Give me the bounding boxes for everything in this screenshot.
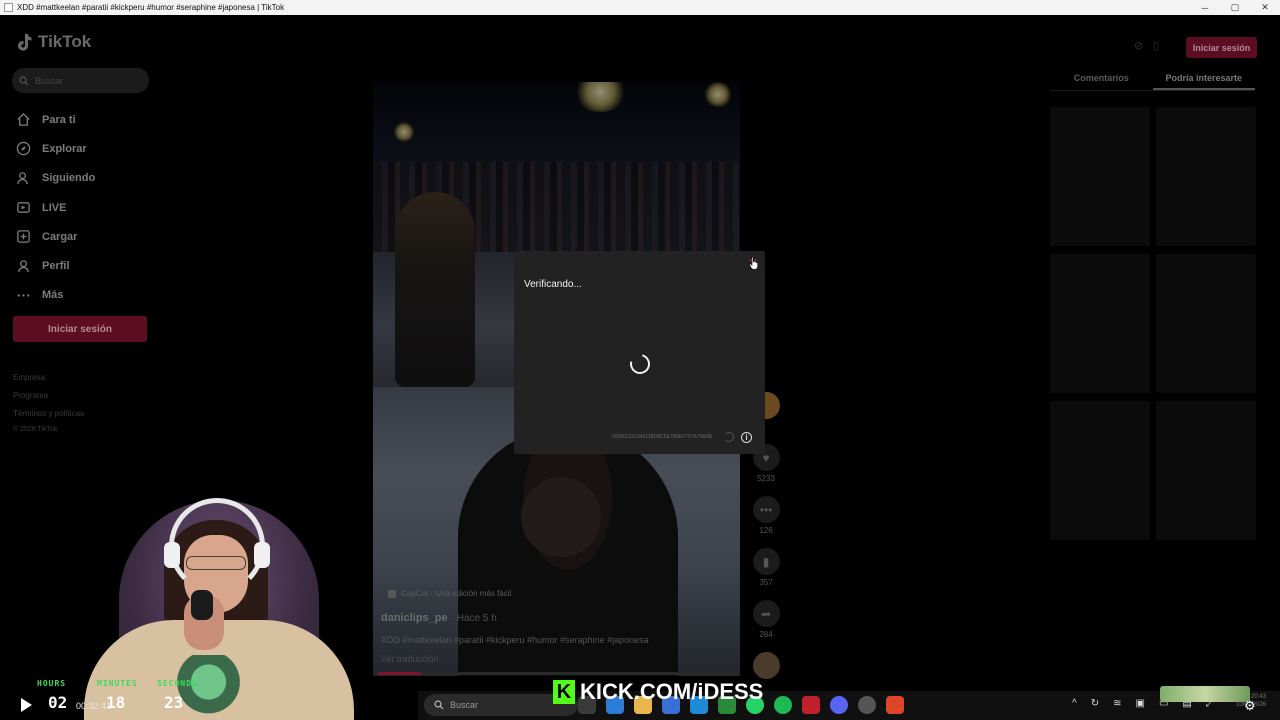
loading-spinner-icon bbox=[626, 350, 654, 378]
save-count: 357 bbox=[759, 578, 773, 587]
footer-link-empresa[interactable]: Empresa bbox=[13, 369, 84, 387]
capcut-icon bbox=[388, 589, 396, 598]
microphone bbox=[191, 590, 213, 620]
play-icon[interactable] bbox=[21, 698, 32, 712]
comment-count: 126 bbox=[759, 526, 773, 535]
comment-icon[interactable]: ••• bbox=[752, 496, 780, 523]
sidebar-item-perfil[interactable]: Perfil bbox=[16, 251, 156, 280]
verification-dialog: ✕ Verificando... 20260210134011BD8C5E7B6… bbox=[514, 251, 765, 454]
kick-logo-icon: K bbox=[553, 680, 575, 704]
post-time: · Hace 5 h bbox=[450, 613, 497, 624]
browser-app-icon bbox=[4, 3, 13, 12]
sidebar-item-label: LIVE bbox=[42, 201, 67, 214]
sidebar-item-label: Para ti bbox=[42, 113, 76, 126]
subathon-timer-labels: HOURS MINUTES SECONDS bbox=[37, 679, 217, 688]
footer-link-terminos[interactable]: Términos y políticas bbox=[13, 405, 84, 423]
right-panel-tabs: Comentarios Podría interesarte bbox=[1050, 66, 1255, 91]
sidebar-item-mas[interactable]: Más bbox=[16, 281, 156, 310]
sidebar-login-button[interactable]: Iniciar sesión bbox=[13, 316, 147, 342]
footer-link-programa[interactable]: Programa bbox=[13, 387, 84, 405]
search-input[interactable]: Buscar bbox=[35, 76, 63, 86]
sidebar-item-para-ti[interactable]: Para ti bbox=[16, 105, 156, 134]
video-description: XDD #mattkeelan #paratii #kickperu #humo… bbox=[381, 635, 649, 645]
close-window-button[interactable]: ✕ bbox=[1250, 2, 1280, 13]
comment-action[interactable]: ••• 126 bbox=[752, 496, 780, 548]
video-progress-fill bbox=[378, 672, 422, 675]
sidebar-item-cargar[interactable]: Cargar bbox=[16, 222, 156, 251]
video-author[interactable]: daniclips_pe · Hace 5 h bbox=[381, 612, 497, 624]
refresh-icon[interactable] bbox=[724, 432, 734, 442]
info-icon[interactable]: i bbox=[741, 432, 752, 443]
hand-cursor-icon bbox=[749, 256, 758, 270]
translate-link[interactable]: Ver traducción bbox=[381, 654, 439, 664]
share-action[interactable]: ➦ 284 bbox=[752, 600, 780, 652]
sidebar-item-label: Cargar bbox=[42, 230, 78, 243]
copyright: © 2026 TikTok bbox=[13, 426, 58, 433]
timer-label-seconds: SECONDS bbox=[157, 679, 198, 688]
header-login-button[interactable]: Iniciar sesión bbox=[1186, 37, 1257, 58]
capcut-label: CapCut · Una edición más fácil bbox=[401, 589, 512, 598]
kick-channel-banner: K KICK.COM/iDESS bbox=[553, 678, 763, 706]
sidebar-nav: Para ti Explorar Siguiendo LIVE Cargar P… bbox=[16, 105, 156, 310]
tab-comentarios[interactable]: Comentarios bbox=[1050, 66, 1153, 90]
headset-ear-left bbox=[164, 542, 180, 568]
suggested-video-placeholder[interactable] bbox=[1156, 254, 1256, 393]
window-titlebar: XDD #mattkeelan #paratii #kickperu #humo… bbox=[0, 0, 1280, 15]
footer-links: Empresa Programa Términos y políticas © … bbox=[13, 369, 84, 437]
device-icon[interactable]: ▯ bbox=[1153, 39, 1159, 52]
tab-podria-interesarte[interactable]: Podría interesarte bbox=[1152, 66, 1255, 90]
sidebar-item-siguiendo[interactable]: Siguiendo bbox=[16, 164, 156, 193]
share-count: 284 bbox=[759, 630, 773, 639]
brand-name: TikTok bbox=[38, 32, 92, 51]
video-progress-bar[interactable] bbox=[378, 672, 738, 675]
window-title: XDD #mattkeelan #paratii #kickperu #humo… bbox=[17, 3, 285, 12]
suggested-video-placeholder[interactable] bbox=[1050, 107, 1150, 246]
suggested-video-placeholder[interactable] bbox=[1156, 401, 1256, 540]
author-name[interactable]: daniclips_pe bbox=[381, 612, 448, 624]
more-icon bbox=[17, 294, 30, 297]
gear-icon[interactable]: ⚙ bbox=[1244, 698, 1256, 714]
search-icon bbox=[19, 75, 29, 85]
save-action[interactable]: ▮ 357 bbox=[752, 548, 780, 600]
headset bbox=[169, 498, 265, 594]
sidebar-item-explorar[interactable]: Explorar bbox=[16, 134, 156, 163]
sidebar-item-live[interactable]: LIVE bbox=[16, 193, 156, 222]
header-icons: ⊘ ▯ bbox=[1134, 39, 1159, 52]
maximize-button[interactable]: ▢ bbox=[1220, 2, 1250, 13]
capcut-tag[interactable]: CapCut · Una edición más fácil bbox=[388, 589, 511, 598]
profile-icon bbox=[18, 259, 29, 272]
timer-label-minutes: MINUTES bbox=[97, 679, 138, 688]
coins-icon[interactable]: ⊘ bbox=[1134, 39, 1143, 52]
tiktok-note-icon bbox=[18, 34, 32, 51]
search-box[interactable]: Buscar bbox=[12, 68, 149, 93]
headset-ear-right bbox=[254, 542, 270, 568]
suggested-video-placeholder[interactable] bbox=[1156, 107, 1256, 246]
dialog-title: Verificando... bbox=[524, 279, 582, 290]
music-disc-icon[interactable] bbox=[752, 652, 780, 679]
upload-icon bbox=[17, 230, 30, 244]
minimize-button[interactable]: ─ bbox=[1190, 3, 1220, 13]
bookmark-icon[interactable]: ▮ bbox=[752, 548, 780, 575]
like-count: 5233 bbox=[757, 474, 775, 483]
verification-code: 20260210134011BD8C5E7B6EF767A706AB bbox=[612, 434, 712, 440]
timer-label-hours: HOURS bbox=[37, 679, 67, 688]
screen: XDD #mattkeelan #paratii #kickperu #humo… bbox=[0, 0, 1280, 720]
home-icon bbox=[17, 113, 30, 126]
kick-channel-url: KICK.COM/iDESS bbox=[580, 679, 764, 704]
sidebar-item-label: Explorar bbox=[42, 142, 87, 155]
suggested-videos-grid bbox=[1050, 107, 1256, 540]
sidebar-item-label: Siguiendo bbox=[42, 172, 96, 185]
compass-icon bbox=[16, 142, 31, 156]
suggested-video-placeholder[interactable] bbox=[1050, 254, 1150, 393]
live-icon bbox=[17, 202, 30, 213]
suggested-video-placeholder[interactable] bbox=[1050, 401, 1150, 540]
following-icon bbox=[17, 171, 28, 184]
sidebar-item-label: Más bbox=[42, 289, 64, 302]
tiktok-logo[interactable]: TikTok bbox=[16, 32, 91, 52]
share-icon[interactable]: ➦ bbox=[752, 600, 780, 627]
sidebar-item-label: Perfil bbox=[42, 260, 70, 273]
elapsed-time: 00:32:41 bbox=[76, 701, 112, 711]
